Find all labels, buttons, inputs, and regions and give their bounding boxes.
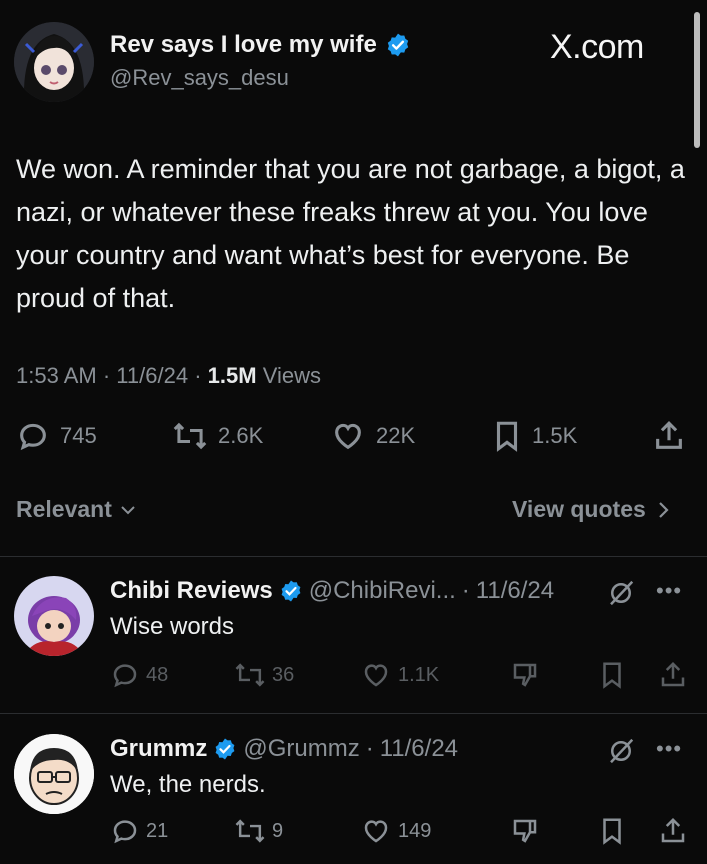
share-button[interactable] <box>652 419 686 453</box>
dislike-button[interactable] <box>510 816 540 846</box>
reply-date[interactable]: 11/6/24 <box>380 735 458 763</box>
cartoon-avatar-image <box>14 734 94 814</box>
reply-header: Chibi Reviews @ChibiRevi... · 11/6/24 <box>110 577 555 605</box>
author-name[interactable]: Rev says I love my wife <box>110 31 411 59</box>
share-icon <box>661 661 685 687</box>
reply-header: Grummz @Grummz · 11/6/24 <box>110 735 459 763</box>
thumbs-down-icon <box>513 663 537 687</box>
share-button[interactable] <box>658 816 688 846</box>
tweet-time[interactable]: 1:53 AM <box>16 363 97 388</box>
repost-icon <box>235 663 265 687</box>
reply-icon <box>20 423 46 451</box>
divider <box>0 556 707 557</box>
site-watermark: X.com <box>550 28 644 66</box>
reply-handle[interactable]: @ChibiRevi... <box>309 577 456 605</box>
bookmark-icon <box>603 662 621 689</box>
sort-dropdown[interactable]: Relevant <box>16 496 136 523</box>
repost-button[interactable]: 9 <box>234 816 283 846</box>
verified-badge-icon <box>281 580 301 602</box>
reply-avatar[interactable] <box>14 734 94 814</box>
bookmark-icon <box>496 421 518 452</box>
verified-badge-icon <box>215 738 235 760</box>
anime-avatar-image <box>14 22 94 102</box>
thumbs-down-icon <box>513 819 537 843</box>
dislike-button[interactable] <box>510 660 540 690</box>
bookmark-icon <box>603 818 621 845</box>
view-quotes-link[interactable]: View quotes <box>512 496 670 523</box>
reply-text: Wise words <box>110 613 235 640</box>
share-icon <box>656 421 682 449</box>
repost-icon <box>173 422 207 450</box>
chevron-right-icon <box>659 501 669 518</box>
bookmark-button[interactable]: 1.5K <box>492 419 577 453</box>
repost-button[interactable]: 2.6K <box>172 419 263 453</box>
views-label: Views <box>262 363 321 388</box>
like-button[interactable]: 22K <box>330 419 415 453</box>
author-avatar[interactable] <box>14 22 94 102</box>
like-button[interactable]: 149 <box>360 816 431 846</box>
divider <box>0 713 707 714</box>
share-button[interactable] <box>658 660 688 690</box>
reply-icon <box>113 820 137 844</box>
views-count: 1.5M <box>207 363 257 388</box>
like-button[interactable]: 1.1K <box>360 660 439 690</box>
author-handle[interactable]: @Rev_says_desu <box>110 65 289 91</box>
chibi-avatar-image <box>14 576 94 656</box>
grok-icon[interactable] <box>606 578 636 608</box>
bookmark-button[interactable] <box>598 816 626 846</box>
repost-icon <box>235 819 265 843</box>
heart-icon <box>364 664 388 687</box>
reply-icon <box>113 664 137 688</box>
more-options-icon[interactable]: ••• <box>656 578 682 604</box>
heart-icon <box>364 820 388 843</box>
more-options-icon[interactable]: ••• <box>656 736 682 762</box>
tweet-text: We won. A reminder that you are not garb… <box>16 154 685 313</box>
tweet-meta: 1:53 AM · 11/6/24 · 1.5M Views <box>16 363 321 388</box>
tweet-date[interactable]: 11/6/24 <box>116 363 188 388</box>
bookmark-button[interactable] <box>598 660 626 690</box>
reply-avatar[interactable] <box>14 576 94 656</box>
reply-handle[interactable]: @Grummz <box>243 735 359 763</box>
grok-icon[interactable] <box>606 736 636 766</box>
reply-author-name[interactable]: Chibi Reviews <box>110 577 273 605</box>
heart-icon <box>335 423 361 450</box>
reply-text: We, the nerds. <box>110 771 266 798</box>
reply-button[interactable]: 21 <box>110 816 168 846</box>
reply-date[interactable]: 11/6/24 <box>476 577 554 605</box>
chevron-down-icon <box>121 505 135 514</box>
repost-button[interactable]: 36 <box>234 660 294 690</box>
reply-button[interactable]: 745 <box>16 419 97 453</box>
scrollbar[interactable] <box>694 12 700 148</box>
share-icon <box>661 817 685 843</box>
tweet-actions: 745 2.6K 22K 1.5K <box>16 419 692 459</box>
author-name-text: Rev says I love my wife <box>110 31 377 58</box>
reply-button[interactable]: 48 <box>110 660 168 690</box>
reply-author-name[interactable]: Grummz <box>110 735 207 763</box>
verified-badge-icon <box>387 33 408 57</box>
